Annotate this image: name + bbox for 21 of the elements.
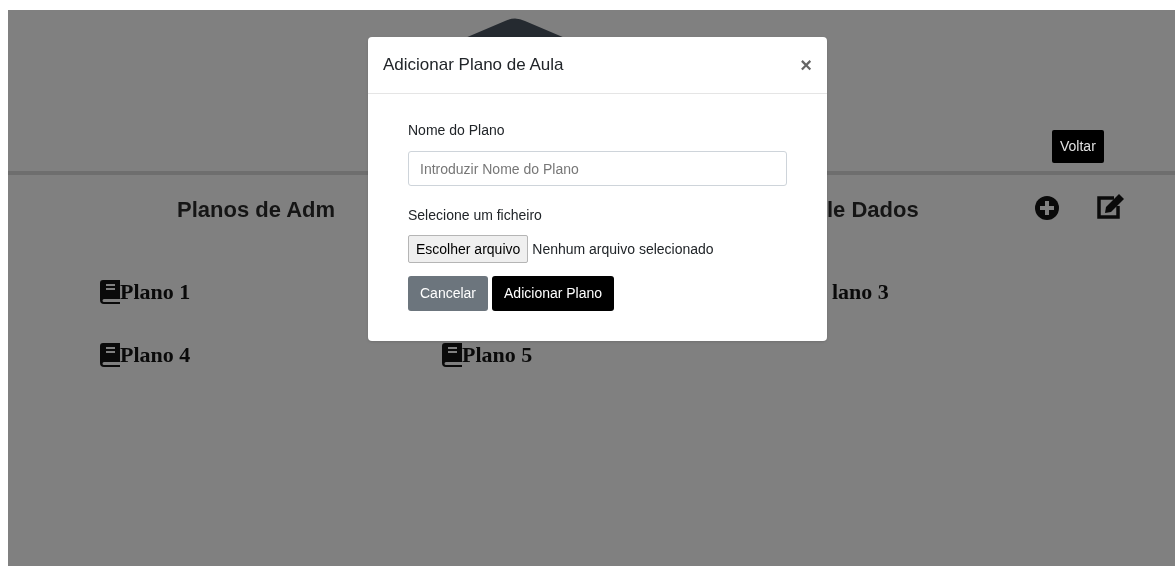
book-icon (100, 342, 120, 367)
plan-title[interactable]: Plano 4 (120, 338, 191, 371)
close-button[interactable]: × (800, 55, 812, 75)
page-heading: Planos de Adm (177, 196, 336, 224)
book-icon (442, 342, 462, 367)
book-icon (100, 279, 120, 304)
field-label: Selecione um ficheiro (408, 206, 543, 225)
choose-file-button[interactable]: Escolher arquivo (408, 235, 529, 263)
field-label: Nome do Plano (408, 121, 506, 140)
plan-name-field[interactable]: Introduzir Nome do Plano (408, 151, 787, 186)
page-heading: le Dados (827, 196, 919, 224)
add-plan-button[interactable]: Adicionar Plano (492, 276, 615, 311)
plan-title[interactable]: Plano 1 (120, 275, 191, 308)
edit-icon[interactable] (1096, 194, 1124, 220)
add-icon[interactable] (1035, 196, 1059, 220)
plan-title[interactable]: lano 3 (832, 275, 889, 308)
back-button[interactable]: Voltar (1052, 130, 1104, 163)
file-status: Nenhum arquivo selecionado (532, 239, 714, 259)
plan-title[interactable]: Plano 5 (462, 338, 533, 371)
cancel-button[interactable]: Cancelar (408, 276, 489, 311)
modal-title: Adicionar Plano de Aula (383, 54, 564, 77)
